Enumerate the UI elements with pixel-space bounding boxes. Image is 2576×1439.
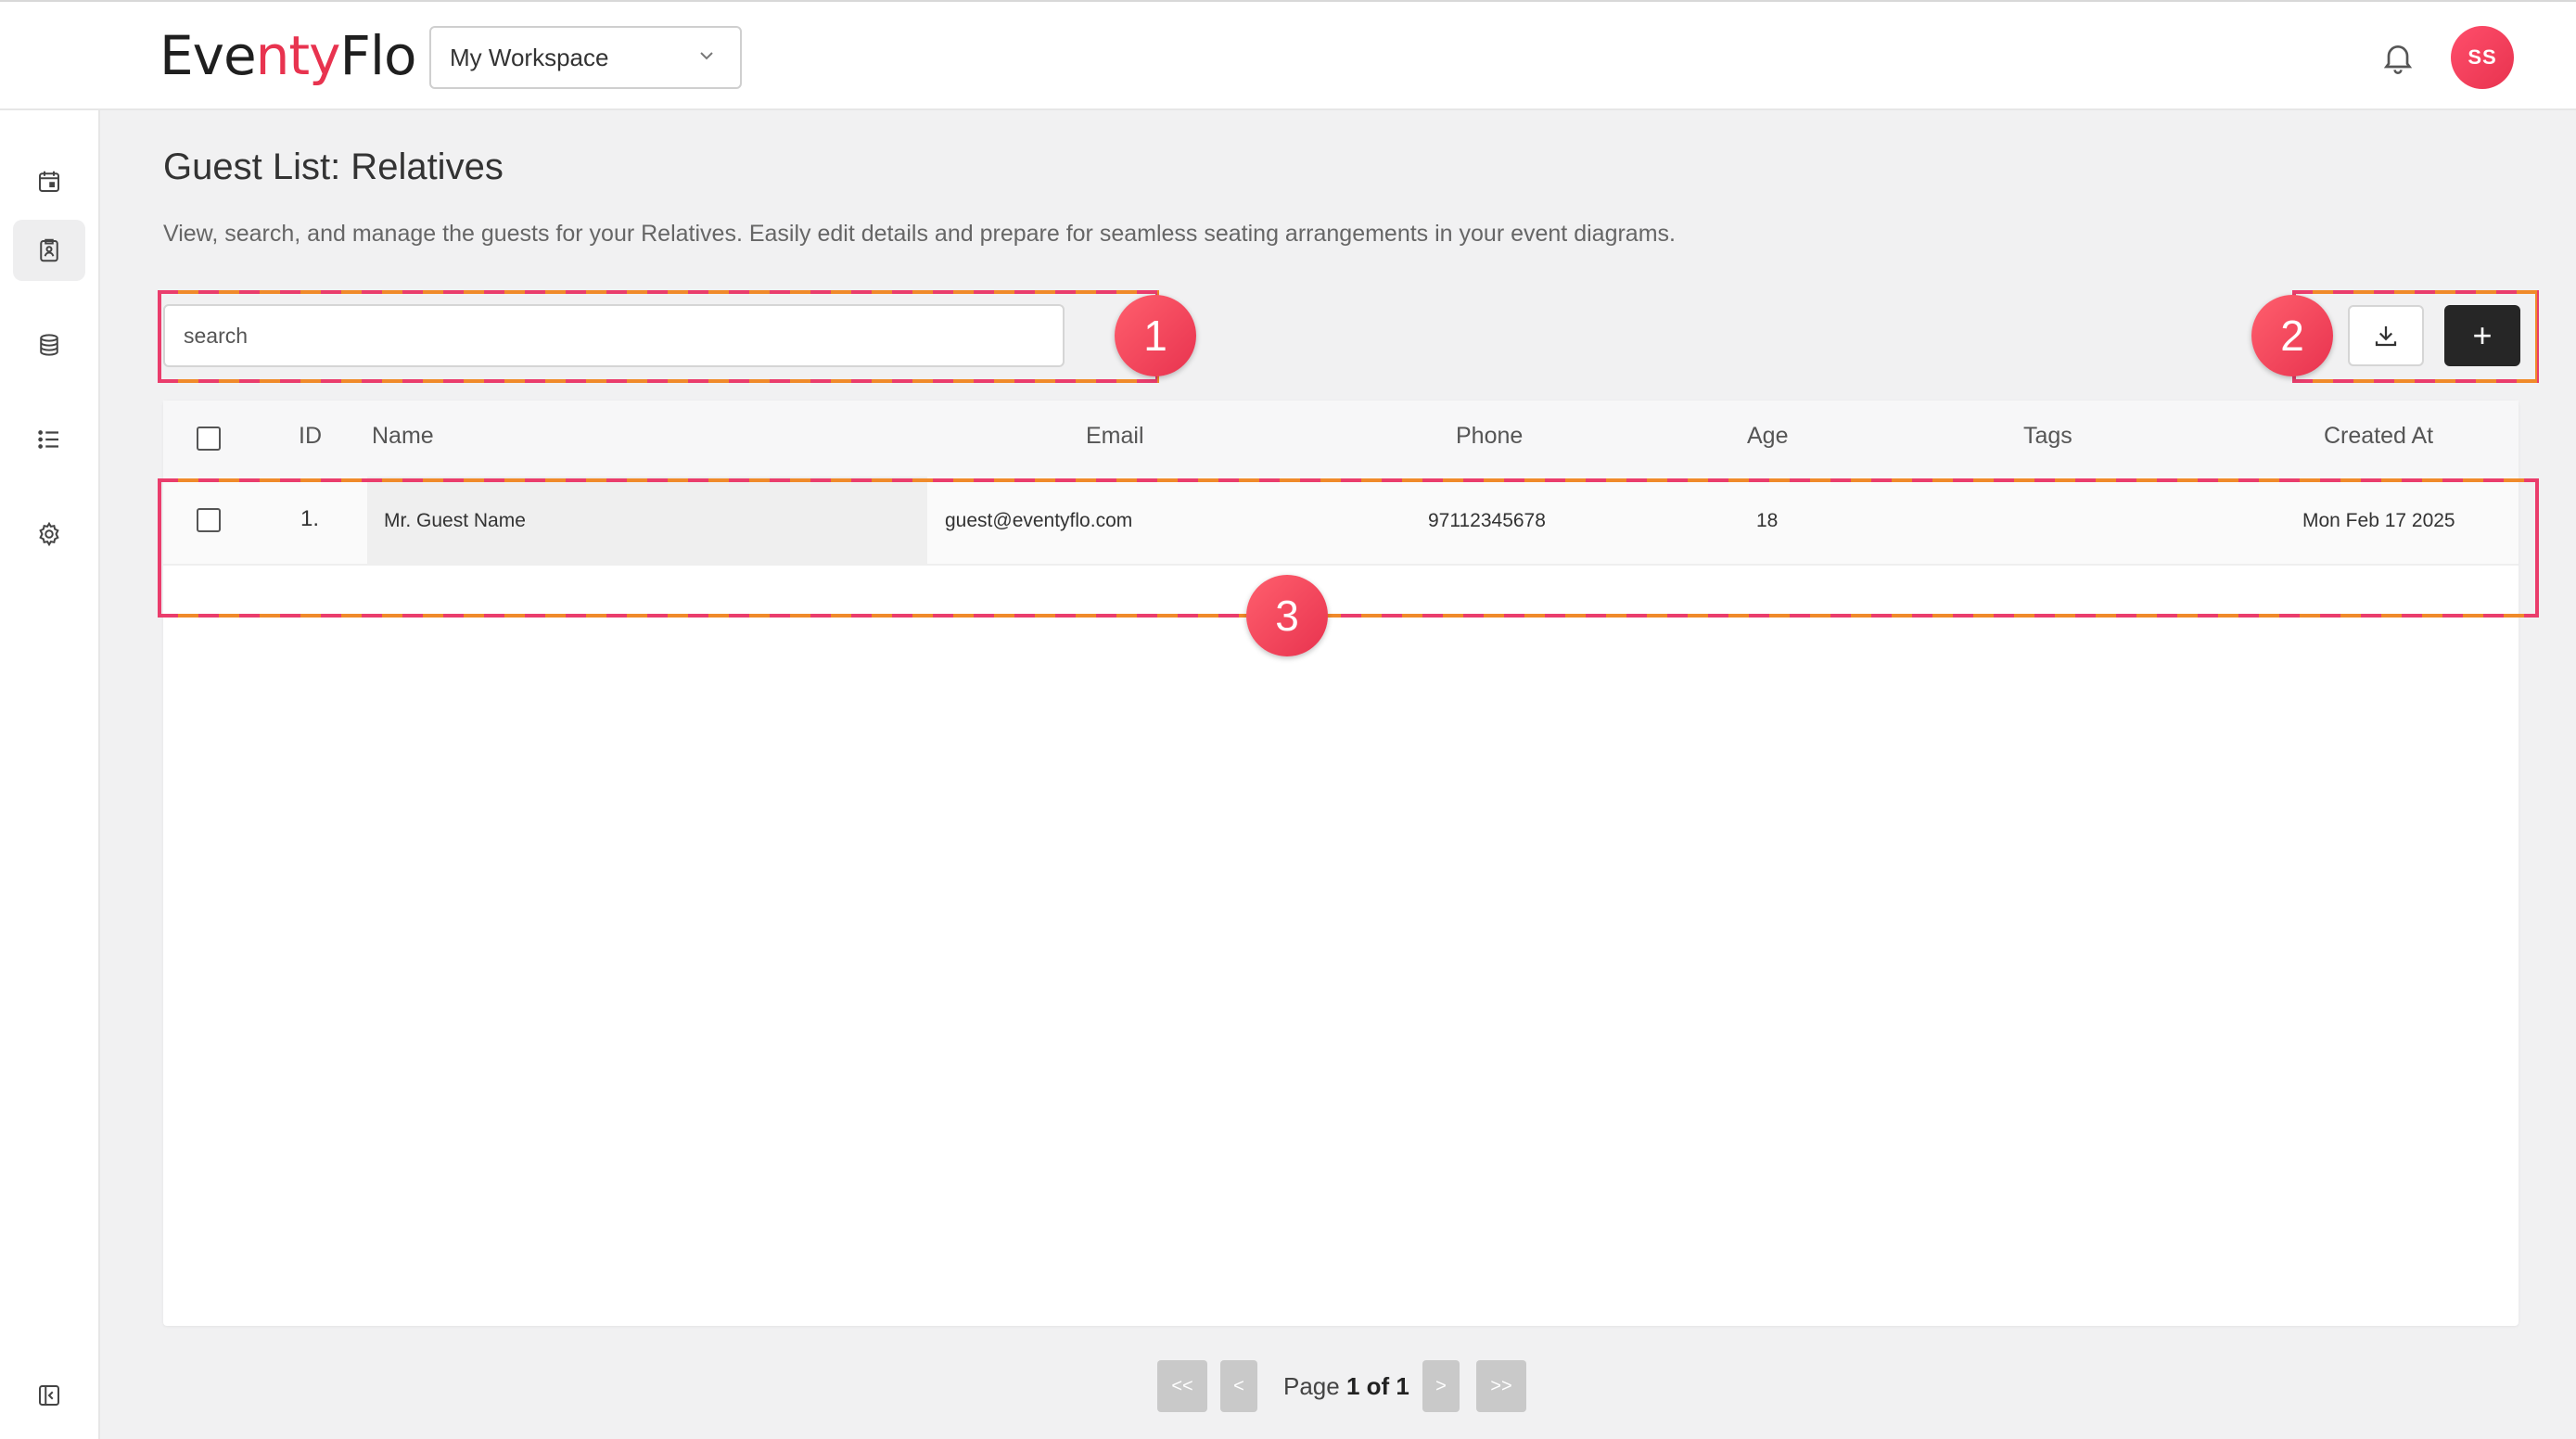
- row-id: 1.: [300, 506, 320, 531]
- pagination-status: Page 1 of 1: [1283, 1372, 1409, 1400]
- sidebar-item-list[interactable]: [13, 409, 85, 470]
- list-icon: [38, 430, 58, 449]
- gear-icon: [39, 521, 59, 547]
- sidebar-item-guest-list[interactable]: [13, 220, 85, 281]
- download-button[interactable]: [2348, 305, 2424, 366]
- notification-bell-icon[interactable]: [2379, 37, 2417, 78]
- guest-table: ID Name Email Phone Age Tags Created At …: [163, 401, 2519, 1326]
- column-header-id[interactable]: ID: [299, 423, 322, 450]
- pagination-last-button[interactable]: >>: [1476, 1360, 1526, 1412]
- column-header-age[interactable]: Age: [1747, 423, 1788, 450]
- workspace-select[interactable]: My Workspace: [429, 26, 742, 89]
- column-header-email[interactable]: Email: [1086, 423, 1144, 450]
- row-email: guest@eventyflo.com: [945, 510, 1133, 531]
- page-description: View, search, and manage the guests for …: [163, 221, 1676, 247]
- eventyflo-logo[interactable]: EventyFlo: [159, 24, 416, 87]
- select-all-checkbox[interactable]: [197, 427, 221, 451]
- sidebar-item-database[interactable]: [13, 314, 85, 376]
- search-input[interactable]: [163, 304, 1065, 367]
- sidebar-item-settings[interactable]: [13, 503, 85, 565]
- pagination-next-button[interactable]: >: [1422, 1360, 1460, 1412]
- pagination-prev-button[interactable]: <: [1220, 1360, 1257, 1412]
- row-name[interactable]: Mr. Guest Name: [384, 510, 526, 532]
- download-icon: [2375, 326, 2397, 347]
- workspace-select-value: My Workspace: [450, 43, 609, 71]
- column-header-phone[interactable]: Phone: [1456, 423, 1523, 450]
- column-header-tags[interactable]: Tags: [2023, 423, 2072, 450]
- column-header-created-at[interactable]: Created At: [2324, 423, 2433, 450]
- table-row[interactable]: 1. Mr. Guest Name guest@eventyflo.com 97…: [163, 477, 2519, 566]
- annotation-badge-1: 1: [1115, 295, 1196, 376]
- add-guest-button[interactable]: +: [2444, 305, 2520, 366]
- row-phone: 97112345678: [1428, 510, 1546, 531]
- row-created-at: Mon Feb 17 2025: [2302, 510, 2455, 531]
- sidebar-collapse-toggle[interactable]: [13, 1365, 85, 1426]
- annotation-badge-3: 3: [1246, 575, 1328, 656]
- chevron-down-icon: [700, 52, 713, 60]
- row-checkbox[interactable]: [197, 508, 221, 532]
- sidebar-item-events[interactable]: [13, 151, 85, 212]
- database-icon: [40, 334, 58, 356]
- column-header-name[interactable]: Name: [372, 423, 434, 450]
- annotation-badge-2: 2: [2251, 295, 2333, 376]
- pagination-first-button[interactable]: <<: [1157, 1360, 1207, 1412]
- page-title: Guest List: Relatives: [163, 146, 504, 187]
- row-age: 18: [1756, 510, 1779, 531]
- sidebar: [0, 110, 100, 1439]
- guest-list-icon: [40, 238, 58, 262]
- calendar-icon: [39, 171, 59, 192]
- user-avatar[interactable]: SS: [2451, 26, 2514, 89]
- collapse-sidebar-icon: [39, 1385, 59, 1406]
- table-header: ID Name Email Phone Age Tags Created At: [163, 401, 2519, 477]
- top-bar: EventyFlo My Workspace SS: [0, 0, 2576, 110]
